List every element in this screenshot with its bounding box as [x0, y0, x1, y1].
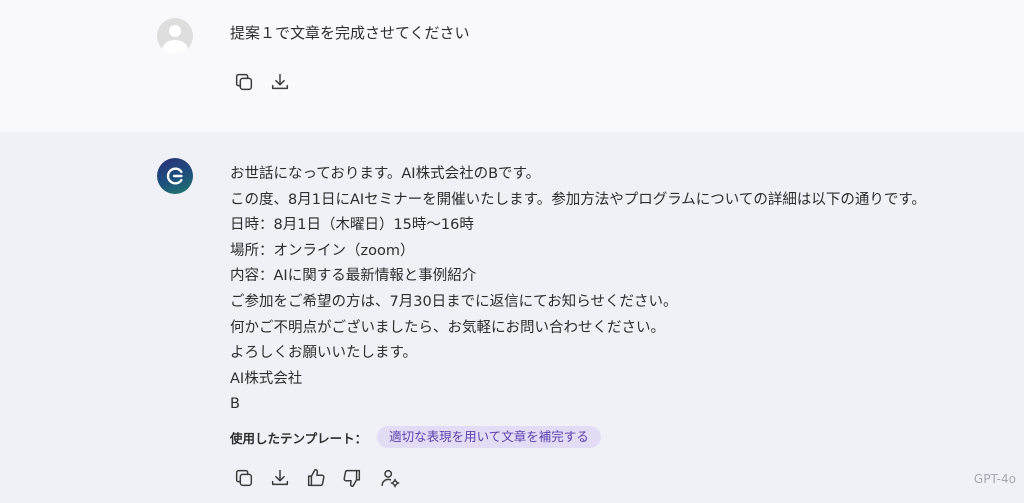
user-message-text: 提案１で文章を完成させてください — [230, 24, 470, 42]
message-line: ご参加をご希望の方は、7月30日までに返信にてお知らせください。 — [230, 293, 678, 310]
copy-button[interactable] — [232, 466, 256, 490]
user-avatar — [157, 18, 193, 54]
thumbs-up-button[interactable] — [304, 466, 328, 490]
download-icon — [271, 73, 289, 90]
download-button[interactable] — [268, 466, 292, 490]
message-line: お世話になっております。AI株式会社のBです。 — [230, 166, 541, 182]
message-line: よろしくお願いいたします。 — [230, 345, 418, 362]
assistant-logo-icon — [166, 167, 183, 185]
thumbs-up-icon — [307, 469, 325, 487]
download-icon — [271, 469, 289, 486]
assistant-avatar — [157, 158, 193, 194]
user-settings-button[interactable] — [378, 466, 402, 490]
message-line: 内容：AIに関する最新情報と事例紹介 — [230, 268, 477, 285]
assistant-message-text: お世話になっております。AI株式会社のBです。 この度、8月1日にAIセミナーを… — [230, 162, 1000, 418]
copy-button[interactable] — [232, 70, 256, 94]
message-line: AI株式会社 — [230, 370, 303, 387]
thumbs-down-button[interactable] — [340, 466, 364, 490]
message-line: B — [230, 396, 240, 413]
download-button[interactable] — [268, 70, 292, 94]
message-line: 場所：オンライン（zoom） — [230, 242, 415, 259]
template-chip[interactable]: 適切な表現を用いて文章を補完する — [377, 426, 601, 448]
model-label: GPT-4o — [973, 472, 1016, 486]
message-line: この度、8月1日にAIセミナーを開催いたします。参加方法やプログラムについての詳… — [230, 191, 926, 208]
user-settings-icon — [381, 469, 400, 488]
template-info: 使用したテンプレート： 適切な表現を用いて文章を補完する — [230, 426, 601, 448]
copy-icon — [235, 73, 253, 91]
template-label: 使用したテンプレート： — [230, 430, 368, 446]
copy-icon — [235, 469, 253, 487]
message-line: 日時：8月1日（木曜日）15時〜16時 — [230, 217, 474, 234]
user-message-block: 提案１で文章を完成させてください — [0, 0, 1024, 132]
message-line: 何かご不明点がございましたら、お気軽にお問い合わせください。 — [230, 319, 665, 336]
thumbs-down-icon — [343, 469, 361, 487]
